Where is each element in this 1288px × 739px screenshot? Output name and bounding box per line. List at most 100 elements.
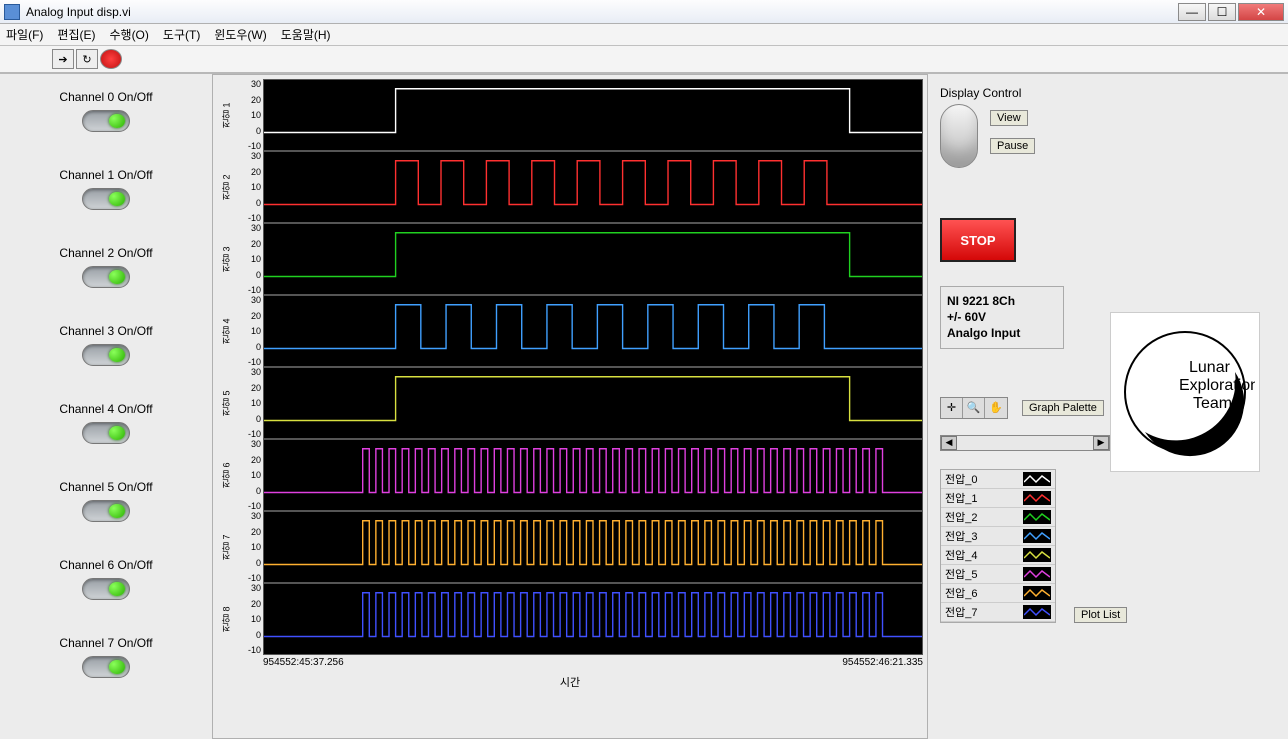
menu-tools[interactable]: 도구(T) [163,26,200,43]
legend-sample-2 [1023,510,1051,524]
waveform-chart: 전압 1 3020100-10 전압 2 3020100-10 전압 3 302… [212,74,928,739]
legend-sample-1 [1023,491,1051,505]
plot-channel-7[interactable]: 전압 8 3020100-10 [217,583,923,655]
channel-2-toggle[interactable] [82,266,130,288]
window-title: Analog Input disp.vi [26,5,131,19]
channel-7-label: Channel 7 On/Off [8,636,204,650]
minimize-button[interactable]: — [1178,3,1206,21]
y-label-1: 전압 2 [217,151,235,223]
menu-help[interactable]: 도움말(H) [281,26,331,43]
team-logo: Lunar Exploration Team [1110,312,1260,472]
channel-4-label: Channel 4 On/Off [8,402,204,416]
legend-sample-5 [1023,567,1051,581]
channel-1-label: Channel 1 On/Off [8,168,204,182]
x-axis: 954552:45:37.256 954552:46:21.335 [217,655,923,668]
menu-file[interactable]: 파일(F) [6,26,43,43]
svg-text:Exploration: Exploration [1179,377,1255,394]
y-ticks-0: 3020100-10 [235,79,263,151]
channel-3-toggle[interactable] [82,344,130,366]
maximize-button[interactable]: ☐ [1208,3,1236,21]
menu-edit[interactable]: 편집(E) [57,26,95,43]
y-ticks-6: 3020100-10 [235,511,263,583]
y-ticks-7: 3020100-10 [235,583,263,655]
legend-item-1[interactable]: 전압_1 [941,489,1055,508]
close-button[interactable]: ✕ [1238,3,1284,21]
y-ticks-3: 3020100-10 [235,295,263,367]
y-label-6: 전압 7 [217,511,235,583]
device-info-box: NI 9221 8Ch +/- 60V Analgo Input [940,286,1064,349]
menu-window[interactable]: 윈도우(W) [214,26,266,43]
channel-2-label: Channel 2 On/Off [8,246,204,260]
hand-icon[interactable]: ✋ [985,398,1007,418]
channel-7-toggle[interactable] [82,656,130,678]
view-button[interactable]: View [990,110,1028,126]
legend-item-5[interactable]: 전압_5 [941,565,1055,584]
y-ticks-1: 3020100-10 [235,151,263,223]
legend-item-7[interactable]: 전압_7 [941,603,1055,622]
svg-text:Team: Team [1193,395,1232,412]
app-icon [4,4,20,20]
y-label-3: 전압 4 [217,295,235,367]
x-end: 954552:46:21.335 [842,657,923,668]
right-panel: Display Control View Pause STOP NI 9221 … [928,74,1288,739]
x-axis-label: 시간 [217,668,923,690]
plot-channel-0[interactable]: 전압 1 3020100-10 [217,79,923,151]
scroll-right-icon[interactable]: ▶ [1093,436,1109,450]
legend-sample-4 [1023,548,1051,562]
display-control-label: Display Control [940,86,1276,100]
graph-palette-label: Graph Palette [1022,400,1104,416]
channel-0-toggle[interactable] [82,110,130,132]
channel-5-toggle[interactable] [82,500,130,522]
plot-channel-2[interactable]: 전압 3 3020100-10 [217,223,923,295]
crosshair-icon[interactable]: ✛ [941,398,963,418]
plot-channel-6[interactable]: 전압 7 3020100-10 [217,511,923,583]
scroll-left-icon[interactable]: ◀ [941,436,957,450]
legend-item-2[interactable]: 전압_2 [941,508,1055,527]
plot-channel-1[interactable]: 전압 2 3020100-10 [217,151,923,223]
menu-bar: 파일(F) 편집(E) 수행(O) 도구(T) 윈도우(W) 도움말(H) [0,24,1288,46]
plot-channel-4[interactable]: 전압 5 3020100-10 [217,367,923,439]
y-ticks-2: 3020100-10 [235,223,263,295]
y-ticks-4: 3020100-10 [235,367,263,439]
legend-item-0[interactable]: 전압_0 [941,470,1055,489]
plot-list-label: Plot List [1074,607,1127,623]
channel-4-toggle[interactable] [82,422,130,444]
y-label-7: 전압 8 [217,583,235,655]
legend-item-3[interactable]: 전압_3 [941,527,1055,546]
channel-toggle-panel: Channel 0 On/Off Channel 1 On/Off Channe… [0,74,212,739]
y-ticks-5: 3020100-10 [235,439,263,511]
title-bar: Analog Input disp.vi — ☐ ✕ [0,0,1288,24]
view-pause-rocker[interactable] [940,104,978,168]
legend-sample-7 [1023,605,1051,619]
channel-3-label: Channel 3 On/Off [8,324,204,338]
channel-5-label: Channel 5 On/Off [8,480,204,494]
x-start: 954552:45:37.256 [263,657,344,668]
y-label-4: 전압 5 [217,367,235,439]
zoom-icon[interactable]: 🔍 [963,398,985,418]
channel-0-label: Channel 0 On/Off [8,90,204,104]
channel-6-label: Channel 6 On/Off [8,558,204,572]
menu-run[interactable]: 수행(O) [109,26,148,43]
y-label-0: 전압 1 [217,79,235,151]
run-arrow-icon[interactable]: ➔ [52,49,74,69]
plot-legend[interactable]: 전압_0 전압_1 전압_2 전압_3 전압_4 전압_5 전압_6 전압_7 [940,469,1056,623]
y-label-5: 전압 6 [217,439,235,511]
plot-channel-5[interactable]: 전압 6 3020100-10 [217,439,923,511]
legend-item-6[interactable]: 전압_6 [941,584,1055,603]
toolbar: ➔ ↻ [0,46,1288,74]
svg-text:Lunar: Lunar [1189,359,1231,376]
y-label-2: 전압 3 [217,223,235,295]
channel-6-toggle[interactable] [82,578,130,600]
channel-1-toggle[interactable] [82,188,130,210]
history-scrollbar[interactable]: ◀ ▶ [940,435,1110,451]
run-continuous-icon[interactable]: ↻ [76,49,98,69]
abort-icon[interactable] [100,49,122,69]
legend-item-4[interactable]: 전압_4 [941,546,1055,565]
legend-sample-6 [1023,586,1051,600]
stop-button[interactable]: STOP [940,218,1016,262]
plot-channel-3[interactable]: 전압 4 3020100-10 [217,295,923,367]
graph-palette[interactable]: ✛ 🔍 ✋ [940,397,1008,419]
pause-button[interactable]: Pause [990,138,1035,154]
legend-sample-3 [1023,529,1051,543]
legend-sample-0 [1023,472,1051,486]
